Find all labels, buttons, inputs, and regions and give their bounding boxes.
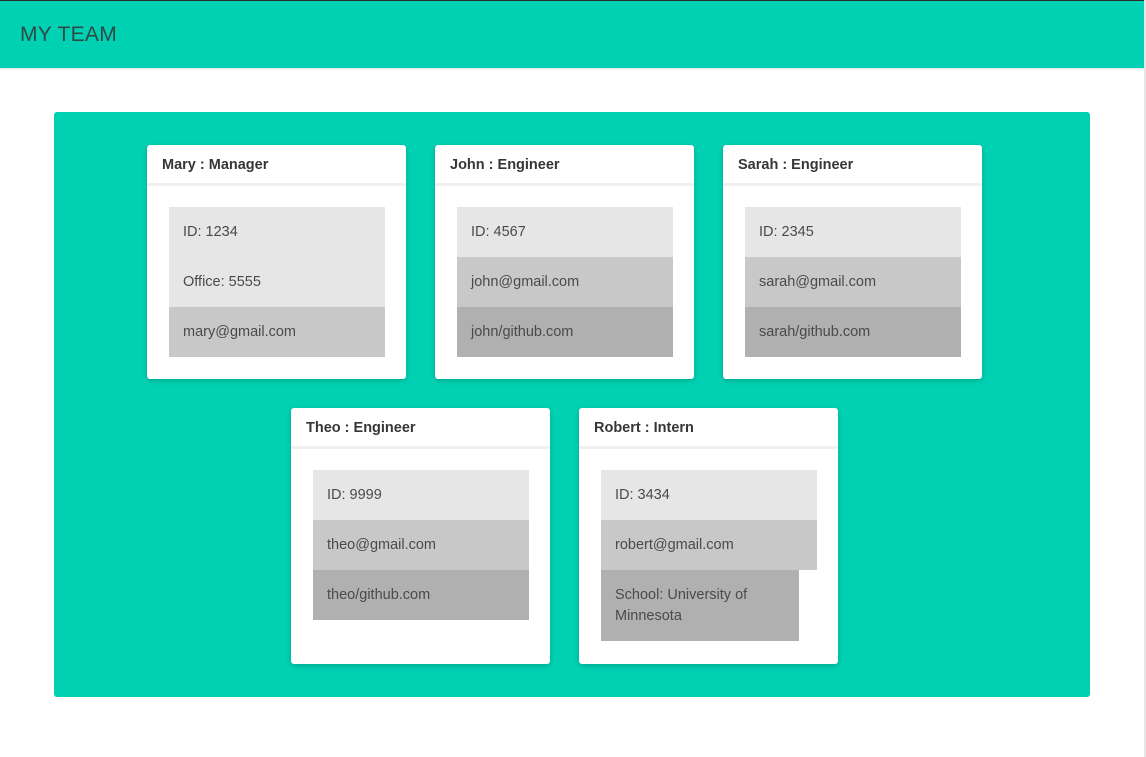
card-header: Sarah : Engineer	[723, 145, 982, 186]
card-body: ID: 4567 john@gmail.com john/github.com	[435, 186, 694, 379]
github-link[interactable]: theo/github.com	[313, 570, 529, 620]
info-group: ID: 1234 Office: 5555	[169, 207, 385, 307]
top-navbar: MY TEAM	[0, 0, 1145, 68]
email-link[interactable]: theo@gmail.com	[313, 520, 529, 570]
employee-card-robert: Robert : Intern ID: 3434 robert@gmail.co…	[579, 408, 838, 664]
employee-card-sarah: Sarah : Engineer ID: 2345 sarah@gmail.co…	[723, 145, 982, 379]
email-link[interactable]: mary@gmail.com	[169, 307, 385, 357]
card-body: ID: 3434 robert@gmail.com School: Univer…	[579, 449, 838, 663]
employee-card-john: John : Engineer ID: 4567 john@gmail.com …	[435, 145, 694, 379]
github-link[interactable]: john/github.com	[457, 307, 673, 357]
email-link[interactable]: john@gmail.com	[457, 257, 673, 307]
employee-card-theo: Theo : Engineer ID: 9999 theo@gmail.com …	[291, 408, 550, 664]
office-number: Office: 5555	[183, 273, 261, 290]
card-body: ID: 9999 theo@gmail.com theo/github.com	[291, 449, 550, 642]
school-name: School: University of Minnesota	[601, 570, 799, 641]
card-header: Theo : Engineer	[291, 408, 550, 449]
email-link[interactable]: sarah@gmail.com	[745, 257, 961, 307]
employee-id: ID: 9999	[313, 470, 529, 520]
card-body: ID: 1234 Office: 5555 mary@gmail.com	[147, 186, 406, 379]
card-header: Mary : Manager	[147, 145, 406, 186]
page-title: MY TEAM	[20, 23, 118, 46]
card-header: John : Engineer	[435, 145, 694, 186]
card-header: Robert : Intern	[579, 408, 838, 449]
team-container: Mary : Manager ID: 1234 Office: 5555 mar…	[54, 112, 1090, 697]
employee-card-mary: Mary : Manager ID: 1234 Office: 5555 mar…	[147, 145, 406, 379]
email-link[interactable]: robert@gmail.com	[601, 520, 817, 570]
github-link[interactable]: sarah/github.com	[745, 307, 961, 357]
employee-id: ID: 4567	[457, 207, 673, 257]
card-body: ID: 2345 sarah@gmail.com sarah/github.co…	[723, 186, 982, 379]
employee-id: ID: 3434	[601, 470, 817, 520]
employee-id: ID: 1234	[183, 223, 238, 240]
employee-id: ID: 2345	[745, 207, 961, 257]
